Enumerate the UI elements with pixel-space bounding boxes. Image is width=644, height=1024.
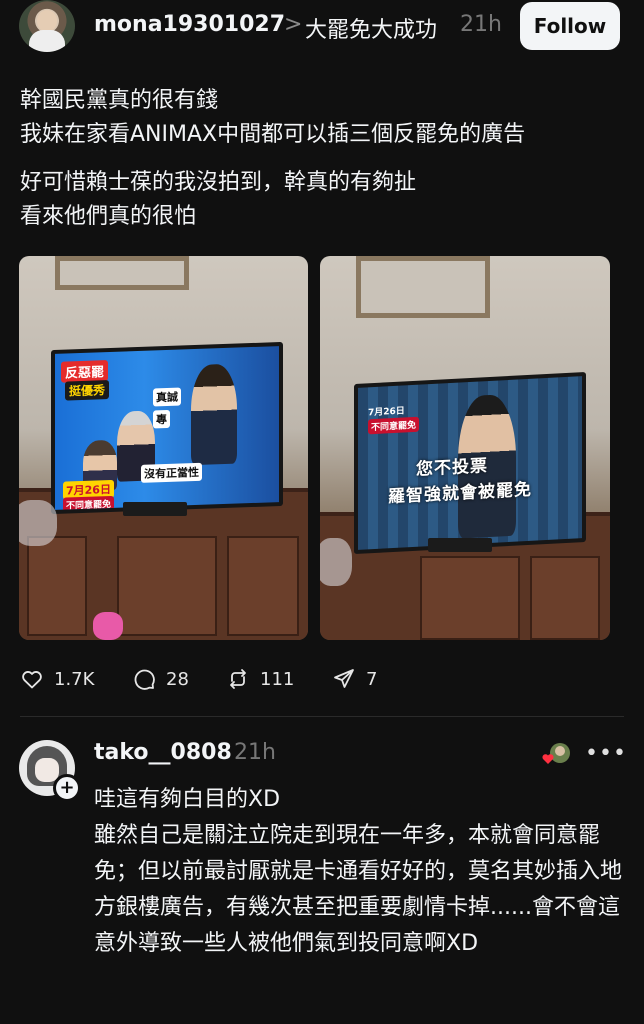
post-timestamp: 21h [460, 12, 502, 37]
share-count: 7 [366, 668, 378, 690]
repost-button[interactable]: 111 [226, 664, 294, 694]
set-top-box [123, 502, 187, 516]
post-body: 幹國民黨真的很有錢 我妹在家看ANIMAX中間都可以插三個反罷免的廣告 好可惜賴… [20, 84, 620, 248]
television: 7月26日 不同意罷免 您不投票 羅智強就會被罷免 [354, 371, 586, 555]
screen-caption: 沒有正當性 [141, 462, 202, 483]
screen-subbanner: 挺優秀 [65, 380, 110, 401]
tv-screen: 反惡罷 挺優秀 真誠 專 沒有正當性 7月26日 不同意罷免 [55, 346, 279, 510]
plastic-bag [19, 500, 57, 546]
post-image-2[interactable]: 7月26日 不同意罷免 您不投票 羅智強就會被罷免 [320, 256, 610, 640]
screen-person [191, 363, 237, 466]
post-line: 幹國民黨真的很有錢 [20, 88, 219, 113]
post-line: 好可惜賴士葆的我沒拍到，幹真的有夠扯 [20, 170, 417, 195]
post-line: 我妹在家看ANIMAX中間都可以插三個反罷免的廣告 [20, 122, 526, 147]
chevron-right-icon: > [284, 12, 303, 37]
send-icon [334, 669, 354, 688]
topic-tag[interactable]: 大罷免大成功 [305, 12, 437, 44]
post-line: 看來他們真的很怕 [20, 204, 197, 229]
comment-bubble-icon [134, 669, 155, 690]
heart-icon [22, 671, 42, 689]
like-button[interactable]: 1.7K [20, 664, 94, 694]
comment-line: 雖然自己是關注立院走到現在一年多，本就會同意罷免；但以前最討厭就是卡通看好好的，… [94, 823, 623, 956]
post-paragraph: 幹國民黨真的很有錢 我妹在家看ANIMAX中間都可以插三個反罷免的廣告 [20, 84, 620, 152]
author-avatar[interactable] [19, 0, 75, 52]
author-username[interactable]: mona19301027 [94, 12, 285, 37]
post-header: mona19301027 > 大罷免大成功 21h Follow [0, 0, 644, 58]
divider [20, 716, 624, 717]
comment-body: 哇這有夠白目的XD 雖然自己是關注立院走到現在一年多，本就會同意罷免；但以前最討… [94, 782, 634, 962]
set-top-box [428, 538, 492, 552]
screen-tag: 不同意罷免 [368, 416, 420, 435]
plastic-bag [320, 538, 352, 586]
comment-line: 哇這有夠白目的XD [94, 787, 281, 812]
television: 反惡罷 挺優秀 真誠 專 沒有正當性 7月26日 不同意罷免 [51, 341, 283, 515]
cabinet-door [117, 536, 217, 636]
cabinet-door [27, 536, 87, 636]
follow-button[interactable]: Follow [520, 2, 620, 50]
repost-icon [230, 669, 246, 689]
follow-plus-icon[interactable]: + [53, 774, 81, 802]
comment-button[interactable]: 28 [132, 664, 189, 694]
screen-vote: 不同意罷免 [63, 495, 115, 510]
avatar-shirt [29, 30, 65, 52]
share-button[interactable]: 7 [332, 664, 377, 694]
comment-count: 28 [166, 668, 189, 690]
pink-basket [93, 612, 123, 640]
avatar-face [37, 10, 57, 32]
post-paragraph: 好可惜賴士葆的我沒拍到，幹真的有夠扯 看來他們真的很怕 [20, 166, 620, 234]
more-options-icon[interactable]: ••• [585, 740, 626, 766]
screen-slogan-1: 您不投票 [416, 456, 488, 480]
screen-caption: 真誠 [153, 387, 181, 407]
tv-screen: 7月26日 不同意罷免 您不投票 羅智強就會被罷免 [358, 376, 582, 550]
like-count: 1.7K [54, 668, 95, 690]
screen-date: 7月26日 [368, 406, 405, 419]
comment-timestamp: 21h [234, 740, 276, 765]
post-actions: 1.7K 28 111 7 [20, 664, 620, 694]
commenter-username[interactable]: tako__0808 [94, 740, 232, 765]
post-image-1[interactable]: 反惡罷 挺優秀 真誠 專 沒有正當性 7月26日 不同意罷免 [19, 256, 308, 640]
wall-frame [356, 256, 490, 318]
repost-count: 111 [260, 668, 295, 690]
cabinet-door [420, 556, 520, 640]
cabinet-door [530, 556, 600, 640]
cabinet-door [227, 536, 299, 636]
wall-frame [55, 256, 189, 290]
screen-caption: 專 [153, 409, 170, 429]
liked-by-author-icon [542, 743, 570, 764]
